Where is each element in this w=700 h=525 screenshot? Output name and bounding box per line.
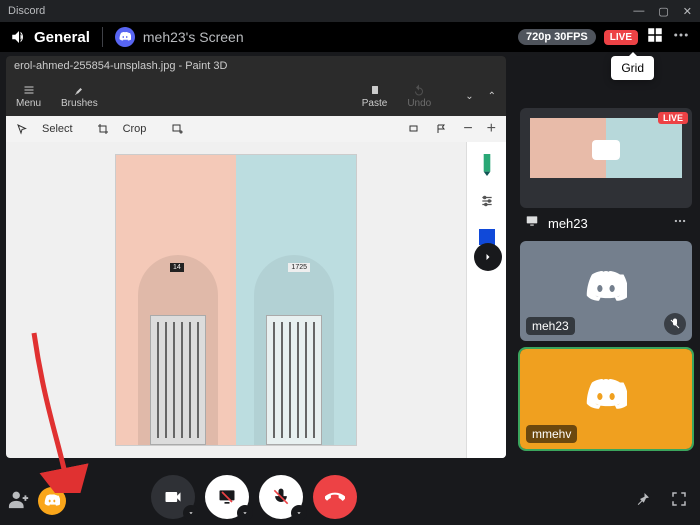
sliders-icon (478, 192, 496, 210)
chevron-down-icon[interactable] (237, 505, 253, 521)
tool-select-label: Select (42, 123, 73, 135)
divider (102, 27, 103, 47)
participant-tile-2[interactable]: mmehv (520, 349, 692, 449)
cursor-icon (16, 123, 28, 135)
stream-label-row: meh23 (520, 214, 692, 233)
view-flag-icon (435, 123, 449, 135)
main-stream-tile[interactable]: erol-ahmed-255854-unsplash.jpg - Paint 3… (6, 56, 506, 458)
next-stream-button[interactable] (474, 243, 502, 271)
stream-more-icon[interactable] (672, 214, 688, 233)
stream-quality-pill[interactable]: 720p 30FPS (518, 29, 596, 45)
ribbon-brushes: Brushes (61, 84, 98, 109)
zoom-out-icon: − (463, 120, 472, 138)
magic-select-icon (170, 123, 184, 135)
participant-2-name: mmehv (526, 425, 577, 443)
chevron-down-icon[interactable] (183, 505, 199, 521)
speaker-icon[interactable] (10, 28, 28, 46)
stop-screen-share-button[interactable] (205, 475, 249, 519)
window-maximize-icon[interactable]: ▢ (658, 5, 668, 18)
call-controls (0, 475, 508, 519)
pin-icon[interactable] (634, 490, 652, 513)
ribbon-undo: Undo (407, 84, 431, 109)
more-options-icon[interactable] (672, 26, 690, 49)
window-minimize-icon[interactable]: — (633, 5, 644, 18)
participant-tile-1[interactable]: meh23 (520, 241, 692, 341)
marker-tool-icon (478, 156, 496, 174)
grid-view-icon[interactable] (646, 26, 664, 49)
ribbon-paste: Paste (362, 84, 388, 109)
chevron-up-icon: ⌃ (488, 91, 496, 102)
house-number-left: 14 (170, 263, 184, 272)
zoom-in-icon: + (487, 120, 496, 138)
ribbon-menu: Menu (16, 84, 41, 109)
chevron-down-icon[interactable] (291, 505, 307, 521)
window-close-icon[interactable]: ✕ (683, 5, 692, 18)
chevron-down-icon: ⌄ (465, 91, 473, 102)
crop-icon (97, 123, 109, 135)
house-number-right: 1725 (288, 263, 310, 272)
live-badge: LIVE (604, 30, 638, 45)
paint3d-toolbar: Select Crop − + (6, 116, 506, 142)
camera-icon (592, 140, 620, 160)
paint3d-side-panel (466, 142, 506, 458)
window-controls: — ▢ ✕ (633, 5, 692, 18)
tool-crop-label: Crop (123, 123, 147, 135)
presenter-avatar[interactable] (115, 27, 135, 47)
mute-mic-button[interactable] (259, 475, 303, 519)
paint3d-canvas: 14 1725 (6, 142, 506, 458)
edited-photo: 14 1725 (116, 155, 356, 445)
camera-toggle-button[interactable] (151, 475, 195, 519)
disconnect-call-button[interactable] (313, 475, 357, 519)
paint3d-titlebar: erol-ahmed-255854-unsplash.jpg - Paint 3… (6, 56, 506, 76)
muted-mic-icon (664, 313, 686, 335)
screen-share-label: meh23's Screen (143, 29, 244, 45)
discord-logo-icon (585, 268, 627, 315)
app-name: Discord (8, 5, 45, 17)
call-header: General meh23's Screen 720p 30FPS LIVE (0, 22, 700, 52)
monitor-icon (524, 214, 540, 233)
window-titlebar: Discord — ▢ ✕ (0, 0, 700, 22)
paint3d-ribbon: Menu Brushes Paste Undo ⌄ ⌃ (6, 76, 506, 116)
channel-name: General (34, 29, 90, 46)
live-badge-small: LIVE (658, 112, 688, 124)
participant-1-name: meh23 (526, 317, 575, 335)
participant-stream-tile[interactable]: LIVE (520, 108, 692, 208)
view-3d-icon (407, 123, 421, 135)
stream-owner-name: meh23 (548, 216, 588, 231)
discord-logo-icon (585, 376, 627, 423)
fullscreen-icon[interactable] (670, 490, 688, 513)
